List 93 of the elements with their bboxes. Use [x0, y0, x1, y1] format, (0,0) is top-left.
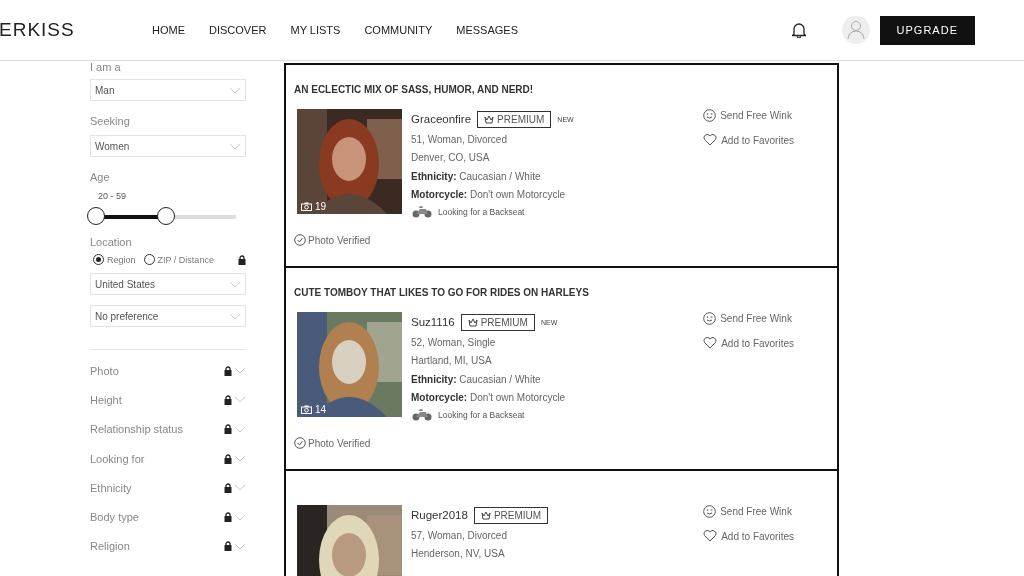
chevron-icon: [229, 280, 241, 288]
bell-icon[interactable]: [791, 22, 806, 38]
crown-icon: [480, 510, 491, 520]
field-label: Seeking: [90, 115, 131, 127]
wink-link[interactable]: Send Free Wink: [703, 312, 794, 325]
profile-detail: 51, Woman, Divorced: [411, 133, 508, 147]
heart-icon: [703, 134, 718, 146]
profile-detail: Motorcycle: Don't own Motorcycle: [411, 390, 567, 405]
check-circle-icon: [294, 234, 306, 247]
filter-item[interactable]: Relationship status: [90, 414, 246, 444]
chevron-icon: [234, 455, 246, 463]
photo-count: 14: [301, 404, 327, 415]
chevron-icon: [229, 86, 241, 94]
logo[interactable]: ERKISS: [0, 19, 152, 41]
profile-detail: Motorcycle: Don't own Motorcycle: [411, 187, 567, 202]
backseat-text: Looking for a Backseat: [438, 410, 525, 421]
photo-verified: Photo Verified: [294, 437, 829, 450]
profile-name[interactable]: Graceonfire: [411, 113, 472, 125]
filter-item[interactable]: Height: [90, 385, 246, 415]
profile-detail: Ethnicity: Caucasian / White: [411, 372, 542, 387]
nav-link[interactable]: HOME: [152, 24, 185, 36]
favorite-link[interactable]: Add to Favorites: [703, 530, 794, 542]
nav-link[interactable]: DISCOVER: [209, 24, 267, 36]
motorcycle-icon: [411, 409, 433, 422]
wink-face-icon: [703, 505, 717, 518]
profile-detail: 52, Woman, Single: [411, 336, 497, 350]
nav-link[interactable]: MESSAGES: [456, 24, 518, 36]
slider-thumb[interactable]: [87, 207, 105, 225]
premium-badge: PREMIUM: [460, 313, 535, 331]
profile-detail: Ethnicity: Caucasian / White: [411, 169, 542, 184]
check-circle-icon: [294, 437, 306, 450]
chevron-icon: [234, 396, 246, 404]
filter-item[interactable]: Looking for: [90, 443, 246, 474]
radio-option[interactable]: Region: [93, 254, 136, 265]
age-reading: 20 - 59: [98, 191, 128, 201]
chevron-icon: [234, 367, 246, 375]
dropdown[interactable]: United States: [90, 273, 246, 295]
nav-link[interactable]: COMMUNITY: [364, 24, 433, 36]
wink-link[interactable]: Send Free Wink: [703, 109, 794, 122]
photo-verified: Photo Verified: [294, 234, 829, 247]
camera-icon: [301, 405, 312, 414]
lock-icon: [224, 394, 232, 405]
profile-detail: 57, Woman, Divorced: [411, 529, 508, 543]
wink-link[interactable]: Send Free Wink: [703, 505, 794, 518]
photo-count: 19: [301, 201, 327, 212]
heart-icon: [703, 337, 718, 349]
profile-detail: Henderson, NV, USA: [411, 547, 506, 562]
dropdown[interactable]: Man: [90, 79, 246, 101]
field-label: Age: [90, 171, 111, 183]
person-icon: [846, 20, 865, 40]
premium-badge: PREMIUM: [477, 110, 552, 128]
chevron-icon: [234, 484, 246, 492]
chevron-icon: [234, 542, 246, 550]
premium-badge: PREMIUM: [473, 506, 549, 524]
field-label: Location: [90, 236, 133, 248]
chevron-icon: [229, 142, 241, 150]
wink-face-icon: [703, 109, 717, 122]
crown-icon: [467, 317, 478, 327]
favorite-link[interactable]: Add to Favorites: [703, 337, 794, 349]
lock-icon: [224, 424, 232, 435]
lock-icon: [224, 512, 232, 523]
dropdown[interactable]: Women: [90, 135, 246, 157]
card-headline: CUTE TOMBOY THAT LIKES TO GO FOR RIDES ON HARLEYS: [294, 287, 590, 300]
chevron-icon: [229, 312, 241, 320]
profile-detail: Hartland, MI, USA: [411, 354, 493, 369]
chevron-icon: [234, 425, 246, 433]
filter-item[interactable]: Body type: [90, 502, 246, 532]
profile-detail: Denver, CO, USA: [411, 151, 491, 166]
card-headline: AN ECLECTIC MIX OF SASS, HUMOR, AND NERD!: [294, 84, 535, 97]
lock-icon: [224, 365, 232, 376]
profile-name[interactable]: Ruger2018: [411, 509, 468, 521]
lock-icon: [224, 453, 232, 464]
favorite-link[interactable]: Add to Favorites: [703, 134, 794, 146]
lock-icon: [238, 254, 246, 265]
field-label: I am a: [90, 61, 122, 73]
heart-icon: [703, 530, 718, 542]
filter-item[interactable]: Religion: [90, 531, 246, 562]
slider-thumb[interactable]: [157, 207, 175, 225]
profile-name[interactable]: Suz1116: [411, 316, 455, 328]
dropdown[interactable]: No preference: [90, 305, 246, 327]
upgrade-button[interactable]: UPGRADE: [879, 15, 975, 45]
wink-face-icon: [703, 312, 717, 325]
nav-link[interactable]: MY LISTS: [290, 24, 341, 36]
lock-icon: [224, 541, 232, 552]
filter-item[interactable]: Photo: [90, 356, 246, 386]
backseat-text: Looking for a Backseat: [438, 207, 525, 218]
crown-icon: [484, 114, 495, 124]
camera-icon: [301, 202, 312, 211]
radio-option[interactable]: ZIP / Distance: [143, 254, 214, 265]
motorcycle-icon: [411, 206, 433, 219]
chevron-icon: [234, 513, 246, 521]
lock-icon: [224, 482, 232, 493]
filter-item[interactable]: Ethnicity: [90, 473, 246, 503]
